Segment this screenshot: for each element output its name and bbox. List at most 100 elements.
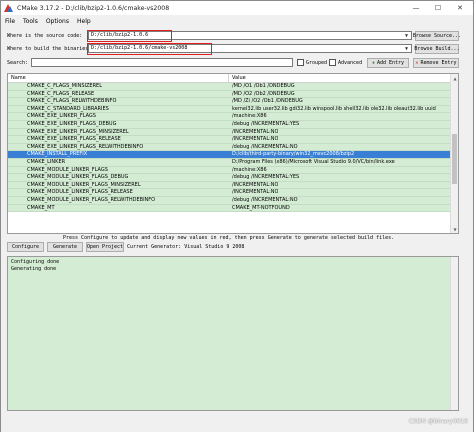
cell-value[interactable]: /debug /INCREMENTAL:NO [229, 144, 298, 151]
cell-name: CMAKE_EXE_LINKER_FLAGS [27, 113, 96, 120]
table-row[interactable]: CMAKE_C_STANDARD_LIBRARIES kernel32.lib u… [8, 105, 458, 114]
configure-hint-text: Press Configure to update and display ne… [63, 235, 395, 241]
table-row[interactable]: CMAKE_C_FLAGS_RELWITHDEBINFO/MD /Zi /O2 … [8, 98, 458, 106]
open-project-button[interactable]: Open Project [86, 242, 124, 252]
cache-table: Name Value CMAKE_C_FLAGS_MINSIZEREL/MD /… [7, 73, 459, 234]
cell-name: CMAKE_INSTALL_PREFIX [27, 151, 88, 158]
maximize-button[interactable]: ☐ [427, 1, 449, 15]
cell-value[interactable]: /debug /INCREMENTAL:NO [229, 197, 298, 204]
cell-name: CMAKE_MODULE_LINKER_FLAGS_MINSIZEREL [27, 181, 141, 188]
scrollbar-thumb[interactable] [452, 134, 457, 184]
output-log[interactable]: Configuring done Generating done [7, 256, 459, 411]
chevron-down-icon[interactable]: ▼ [403, 33, 410, 39]
browse-build-button[interactable]: Browse Build... [414, 44, 460, 54]
remove-entry-label: Remove Entry [420, 60, 457, 66]
table-header: Name Value [8, 74, 458, 83]
window-controls: — ☐ ✕ [405, 1, 471, 15]
output-line: Generating done [11, 266, 57, 272]
table-row[interactable]: CMAKE_INSTALL_PREFIX D:/clib/third-party-… [8, 151, 458, 159]
table-row[interactable]: CMAKE_EXE_LINKER_FLAGS/machine:X86 [8, 113, 458, 121]
add-entry-button[interactable]: + Add Entry [367, 58, 409, 68]
cell-value[interactable]: kernel32.lib user32.lib gdi32.lib winspo… [229, 106, 436, 113]
cell-value[interactable]: /MD /O1 /Ob1 /DNDEBUG [229, 83, 295, 90]
minimize-button[interactable]: — [405, 1, 427, 15]
cell-value[interactable]: CMAKE_MT-NOTFOUND [229, 205, 290, 212]
column-header-name[interactable]: Name [8, 74, 229, 82]
cell-value[interactable]: D:/clib/third-party-binary/win32_msvc200… [229, 151, 354, 158]
cell-name: CMAKE_EXE_LINKER_FLAGS_MINSIZEREL [27, 128, 129, 135]
advanced-checkbox[interactable]: Advanced [329, 59, 362, 66]
search-label: Search: [7, 60, 29, 66]
table-row[interactable]: CMAKE_MODULE_LINKER_FLAGS/machine:X86 [8, 166, 458, 175]
browse-source-button[interactable]: Browse Source... [413, 31, 461, 41]
checkbox-box[interactable] [297, 59, 304, 66]
cell-value[interactable]: /MD /O2 /Ob2 /DNDEBUG [229, 91, 295, 98]
remove-entry-button[interactable]: ✕ Remove Entry [413, 58, 459, 68]
cell-value[interactable]: /debug /INCREMENTAL:YES [229, 121, 299, 128]
menu-bar: File Tools Options Help [1, 15, 473, 27]
cell-name: CMAKE_EXE_LINKER_FLAGS_RELEASE [27, 136, 121, 143]
cell-name: CMAKE_EXE_LINKER_FLAGS_DEBUG [27, 120, 117, 127]
close-button[interactable]: ✕ [449, 1, 471, 15]
column-header-value[interactable]: Value [229, 74, 246, 82]
cell-value[interactable]: /MD /Zi /O2 /Ob1 /DNDEBUG [229, 98, 303, 105]
cell-name: CMAKE_MODULE_LINKER_FLAGS_RELEASE [27, 189, 133, 196]
cell-value[interactable]: /INCREMENTAL:NO [229, 182, 278, 189]
build-highlight-box [87, 43, 212, 55]
cell-value[interactable]: /debug /INCREMENTAL:YES [229, 174, 299, 181]
cell-name: CMAKE_MODULE_LINKER_FLAGS_DEBUG [27, 174, 129, 181]
cmake-logo-icon [4, 3, 13, 13]
table-row[interactable]: CMAKE_EXE_LINKER_FLAGS_MINSIZEREL/INCREM… [8, 128, 458, 137]
cell-value[interactable]: D:/Program Files (x86)/Microsoft Visual … [229, 159, 395, 166]
scroll-down-icon[interactable]: ▼ [451, 225, 458, 233]
cell-name: CMAKE_C_FLAGS_RELEASE [27, 90, 95, 97]
menu-file[interactable]: File [5, 18, 15, 25]
plus-icon: + [371, 60, 375, 66]
table-row[interactable]: CMAKE_EXE_LINKER_FLAGS_RELWITHDEBINFO/de… [8, 143, 458, 152]
table-row[interactable]: CMAKE_EXE_LINKER_FLAGS_RELEASE/INCREMENT… [8, 136, 458, 144]
table-body: CMAKE_C_FLAGS_MINSIZEREL/MD /O1 /Ob1 /DN… [8, 83, 458, 213]
cmake-window: CMake 3.17.2 - D:/clib/bzip2-1.0.6/cmake… [0, 0, 474, 432]
table-row[interactable]: CMAKE_MODULE_LINKER_FLAGS_MINSIZEREL/INC… [8, 181, 458, 190]
table-row[interactable]: CMAKE_C_FLAGS_RELEASE/MD /O2 /Ob2 /DNDEB… [8, 90, 458, 99]
generate-button[interactable]: Generate [47, 242, 83, 252]
add-entry-label: Add Entry [376, 60, 405, 66]
table-row[interactable]: CMAKE_LINKER D:/Program Files (x86)/Micro… [8, 158, 458, 167]
table-row[interactable]: CMAKE_MODULE_LINKER_FLAGS_RELWITHDEBINFO… [8, 196, 458, 205]
configure-button[interactable]: Configure [7, 242, 44, 252]
table-row[interactable]: CMAKE_MT CMAKE_MT-NOTFOUND [8, 204, 458, 213]
output-scrollbar[interactable] [450, 257, 458, 410]
cell-name: CMAKE_MODULE_LINKER_FLAGS_RELWITHDEBINFO [27, 196, 156, 203]
table-row[interactable]: CMAKE_MODULE_LINKER_FLAGS_RELEASE/INCREM… [8, 189, 458, 197]
source-highlight-box [87, 30, 172, 42]
current-generator-text: Current Generator: Visual Studio 9 2008 [127, 244, 245, 250]
menu-options[interactable]: Options [46, 18, 69, 25]
scroll-up-icon[interactable]: ▲ [451, 74, 458, 82]
table-row[interactable]: CMAKE_C_FLAGS_MINSIZEREL/MD /O1 /Ob1 /DN… [8, 83, 458, 91]
remove-icon: ✕ [415, 60, 419, 66]
checkbox-box[interactable] [329, 59, 336, 66]
cell-value[interactable]: /machine:X86 [229, 167, 267, 174]
cell-value[interactable]: /INCREMENTAL:NO [229, 189, 278, 196]
cell-value[interactable]: /machine:X86 [229, 113, 267, 120]
menu-tools[interactable]: Tools [23, 18, 38, 25]
cell-value[interactable]: /INCREMENTAL:NO [229, 136, 278, 143]
cell-value[interactable]: /INCREMENTAL:NO [229, 129, 278, 136]
chevron-down-icon[interactable]: ▼ [403, 46, 410, 52]
status-bar [1, 413, 473, 432]
watermark: CSDN @binary0010 [408, 418, 468, 425]
table-row[interactable]: CMAKE_MODULE_LINKER_FLAGS_DEBUG/debug /I… [8, 174, 458, 182]
grouped-checkbox[interactable]: Grouped [297, 59, 327, 66]
cell-name: CMAKE_MODULE_LINKER_FLAGS [27, 166, 108, 173]
source-label: Where is the source code: [7, 33, 83, 39]
menu-help[interactable]: Help [77, 18, 91, 25]
advanced-label: Advanced [338, 59, 363, 66]
cell-name: CMAKE_MT [27, 204, 55, 211]
cell-name: CMAKE_LINKER [27, 158, 66, 165]
cell-name: CMAKE_EXE_LINKER_FLAGS_RELWITHDEBINFO [27, 143, 144, 150]
search-input[interactable] [31, 58, 293, 67]
table-scrollbar[interactable]: ▲ ▼ [450, 74, 458, 233]
table-row[interactable]: CMAKE_EXE_LINKER_FLAGS_DEBUG/debug /INCR… [8, 120, 458, 129]
build-label: Where to build the binaries: [7, 46, 92, 52]
cell-name: CMAKE_C_FLAGS_RELWITHDEBINFO [27, 98, 117, 105]
